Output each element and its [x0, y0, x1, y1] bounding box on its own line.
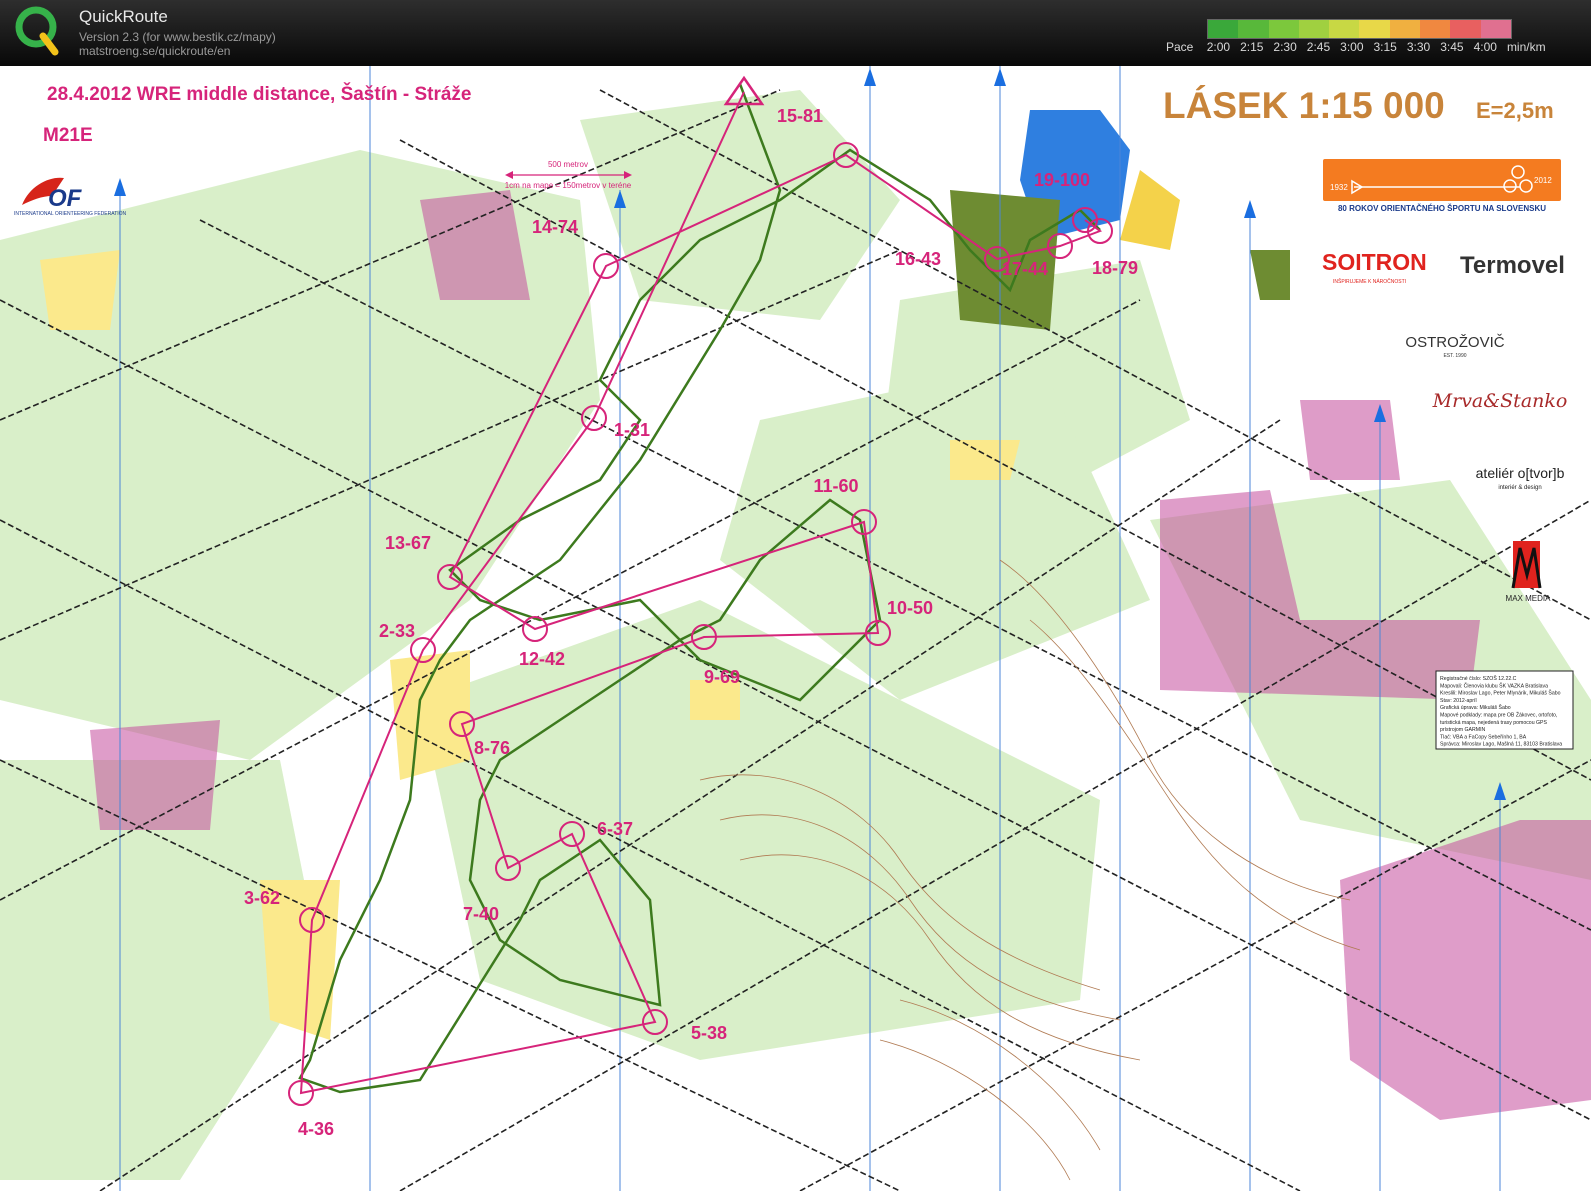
ostrozovic-est: EST. 1990: [1443, 353, 1466, 359]
info-line: Tlač: VBA a FaCopy Sebeřínho 1, BA: [1440, 734, 1527, 740]
pace-tick-label: 2:00: [1206, 40, 1231, 54]
anniversary-banner: 1932 2012 80 ROKOV ORIENTAČNÉHO ŠPORTU N…: [1323, 159, 1561, 213]
quickroute-logo-icon: [15, 6, 59, 56]
pace-unit: min/km: [1506, 40, 1546, 54]
pace-tick-label: 3:45: [1440, 40, 1464, 54]
pace-tick-label: 4:00: [1473, 40, 1497, 54]
atelier-subtitle: interiér & design: [1498, 485, 1541, 491]
info-line: Správca: Miroslav Lago, Mašlná 11, 83103…: [1440, 742, 1562, 748]
control-label: 4-36: [298, 1119, 334, 1139]
control-label: 13-67: [385, 533, 431, 553]
map-info-box: Registračné číslo: SZOŠ 12.22.CMapovali:…: [1435, 670, 1574, 750]
pace-color-segment: [1329, 20, 1360, 38]
control-label: 17-44: [1002, 259, 1048, 279]
signature-logo: Mrva&Stanko: [1432, 390, 1568, 412]
anniversary-caption: 80 ROKOV ORIENTAČNÉHO ŠPORTU NA SLOVENSK…: [1338, 204, 1546, 213]
pace-tick-label: 3:00: [1340, 40, 1364, 54]
event-title: 28.4.2012 WRE middle distance, Šaštín - …: [47, 83, 472, 105]
control-label: 16-43: [895, 249, 941, 269]
control-label: 1-31: [614, 420, 650, 440]
info-line: prístrojom GARMIN: [1440, 727, 1486, 733]
info-line: Stav: 2012-apríl: [1440, 698, 1477, 704]
pace-label: Pace: [1166, 40, 1194, 54]
ostrozovic-logo: OSTROŽOVIČ: [1405, 334, 1504, 351]
control-label: 15-81: [777, 106, 823, 126]
pace-tick-label: 3:30: [1406, 40, 1431, 54]
info-line: Mapové podklady: mapa pre OB Žákovec, or…: [1440, 711, 1557, 719]
anniversary-year-end: 2012: [1534, 176, 1552, 185]
control-label: 2-33: [379, 621, 415, 641]
atelier-logo: ateliér o[tvor]b: [1476, 465, 1565, 481]
info-line: turistická mapa, nejedená trasy pomocou …: [1440, 720, 1548, 726]
anniversary-year-start: 1932: [1330, 183, 1348, 192]
pace-tick-label: 2:15: [1240, 40, 1264, 54]
control-label: 7-40: [463, 904, 499, 924]
pace-tick-label: 2:45: [1306, 40, 1331, 54]
pace-color-segment: [1359, 20, 1390, 38]
control-label: 10-50: [887, 598, 933, 618]
pace-color-segment: [1238, 20, 1269, 38]
category-label: M21E: [43, 125, 93, 146]
control-label: 18-79: [1092, 258, 1138, 278]
pace-color-scale: [1207, 19, 1512, 39]
version-text: Version 2.3 (for www.bestik.cz/mapy): [79, 30, 276, 44]
orienteering-map[interactable]: 1-31 2-33 3-62 4-36 5-38 6-37 7-40 8-76 9-69 10-5…: [0, 66, 1591, 1191]
control-label: 14-74: [532, 217, 578, 237]
control-label: 19-100: [1034, 170, 1090, 190]
scale-note-bottom: 1cm na mape = 150metrov v teréne: [505, 181, 632, 190]
pace-color-segment: [1480, 20, 1511, 38]
info-line: Mapovali: Členovia klubu ŠK VAZKA Bratis…: [1440, 682, 1548, 689]
pace-tick-label: 2:30: [1273, 40, 1297, 54]
app-version: Version 2.3 (for www.bestik.cz/mapy) mat…: [79, 30, 276, 58]
scale-note-top: 500 metrov: [548, 160, 588, 169]
map-title: LÁSEK 1:15 000: [1163, 85, 1445, 126]
control-label: 5-38: [691, 1023, 727, 1043]
control-label: 9-69: [704, 667, 740, 687]
iof-text: INTERNATIONAL ORIENTEERING FEDERATION: [14, 211, 127, 217]
pace-color-segment: [1389, 20, 1421, 38]
control-label: 3-62: [244, 888, 280, 908]
info-line: Grafická úprava: Mikuláš Šabo: [1440, 704, 1511, 711]
app-header: QuickRoute Version 2.3 (for www.bestik.c…: [0, 0, 1591, 66]
termovel-logo: Termovel: [1460, 252, 1565, 279]
pace-tick-label: 3:15: [1373, 40, 1397, 54]
control-label: 8-76: [474, 738, 510, 758]
maxmedia-logo: MAX MEDIA: [1506, 594, 1552, 603]
info-line: Registračné číslo: SZOŠ 12.22.C: [1440, 675, 1517, 682]
pace-color-segment: [1298, 20, 1330, 38]
soitron-logo: SOITRON: [1322, 249, 1427, 275]
app-title: QuickRoute: [79, 7, 168, 26]
control-label: 6-37: [597, 819, 633, 839]
control-label: 11-60: [813, 476, 858, 496]
iof-letters: OF: [48, 185, 83, 212]
info-line: Kreslili: Miroslav Lago, Peter Mlynárik,…: [1440, 690, 1561, 697]
pace-color-segment: [1208, 20, 1239, 38]
pace-color-segment: [1450, 20, 1481, 38]
pace-color-segment: [1268, 20, 1299, 38]
pace-color-segment: [1420, 20, 1451, 38]
control-label: 12-42: [519, 649, 565, 669]
equidistance: E=2,5m: [1476, 98, 1554, 123]
app-url: matstroeng.se/quickroute/en: [79, 44, 231, 58]
pace-scale-labels: Pace 2:00 2:15 2:30 2:45 3:00 3:15 3:30 3:45 4:0…: [1166, 40, 1556, 54]
soitron-tagline: INŠPIRUJEME K NÁROČNOSTI: [1333, 278, 1406, 285]
